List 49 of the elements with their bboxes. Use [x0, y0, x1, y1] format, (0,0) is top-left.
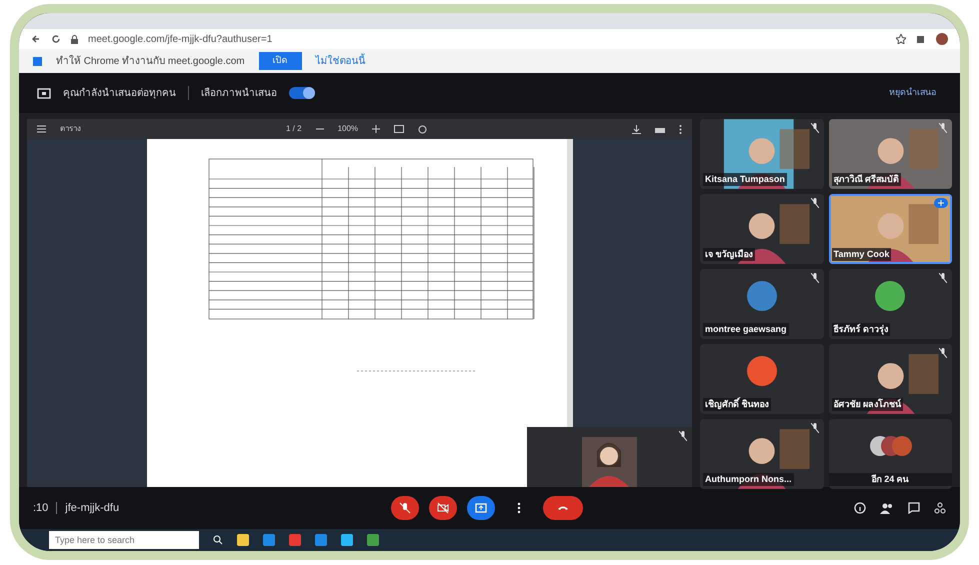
back-icon[interactable] [31, 34, 41, 44]
download-icon[interactable] [632, 124, 642, 134]
meeting-code: jfe-mjjk-dfu [65, 500, 120, 516]
zoom-in-icon[interactable] [372, 125, 380, 133]
profile-icon[interactable] [936, 33, 948, 45]
stop-presenting-button[interactable]: หยุดนำเสนอ [883, 85, 942, 101]
infobar-message: ทำให้ Chrome ทำงานกับ meet.google.com [56, 54, 245, 68]
participant-name: สุภาวิณี ศรีสมบัติ [832, 172, 902, 186]
toggle-switch[interactable] [289, 87, 315, 99]
people-icon[interactable] [880, 502, 894, 514]
present-button[interactable] [466, 496, 495, 520]
camera-button[interactable] [428, 496, 457, 520]
mic-button[interactable] [390, 496, 419, 520]
search-icon[interactable] [213, 535, 223, 545]
avatar-group-icon [868, 435, 912, 457]
participant-name: ธีรภัทร์ ดาวรุ่ง [832, 322, 890, 336]
mic-off-icon [398, 502, 411, 514]
star-icon[interactable] [896, 34, 906, 44]
info-icon[interactable] [854, 502, 866, 514]
zoom-level: 100% [338, 123, 358, 135]
participant-name: Kitsana Tumpason [703, 172, 787, 186]
document-title: ตาราง [60, 123, 81, 135]
present-icon [37, 88, 51, 98]
not-now-link[interactable]: ไม่ใช่ตอนนี้ [316, 54, 366, 68]
page-indicator: 1 / 2 [286, 123, 302, 135]
url-text[interactable]: meet.google.com/jfe-mjjk-dfu?authuser=1 [88, 32, 272, 46]
open-button[interactable]: เปิด [258, 52, 302, 70]
participant-name: อีก 24 คน [828, 472, 952, 486]
participant-name: Authumporn Nons... [703, 472, 794, 486]
app-icon [33, 56, 42, 66]
toggle-label: เลือกภาพนำเสนอ [201, 86, 277, 100]
participant-name: อัศวชัย ผลงโภชน์ [832, 398, 904, 411]
meeting-time: :10 [33, 500, 48, 516]
participant-name: Tammy Cook [832, 248, 892, 261]
chat-icon[interactable] [908, 502, 920, 514]
more-icon[interactable] [679, 124, 682, 134]
presenting-message: คุณกำลังนำเสนอต่อทุกคน [63, 86, 176, 100]
menu-icon[interactable] [37, 125, 46, 133]
participant-name: เจ ขวัญเมือง [703, 248, 755, 261]
lock-icon [71, 34, 78, 44]
participant-name: เชิญศักดิ์ ชินทอง [703, 398, 771, 411]
participant-name: montree gaewsang [703, 322, 789, 336]
activities-icon[interactable] [934, 502, 946, 514]
present-icon [474, 502, 487, 514]
taskbar-search-field[interactable]: Type here to search [49, 531, 199, 549]
camera-off-icon [436, 502, 449, 514]
leave-call-button[interactable] [542, 496, 583, 520]
fit-page-icon[interactable] [394, 125, 404, 133]
reload-icon[interactable] [51, 34, 61, 44]
